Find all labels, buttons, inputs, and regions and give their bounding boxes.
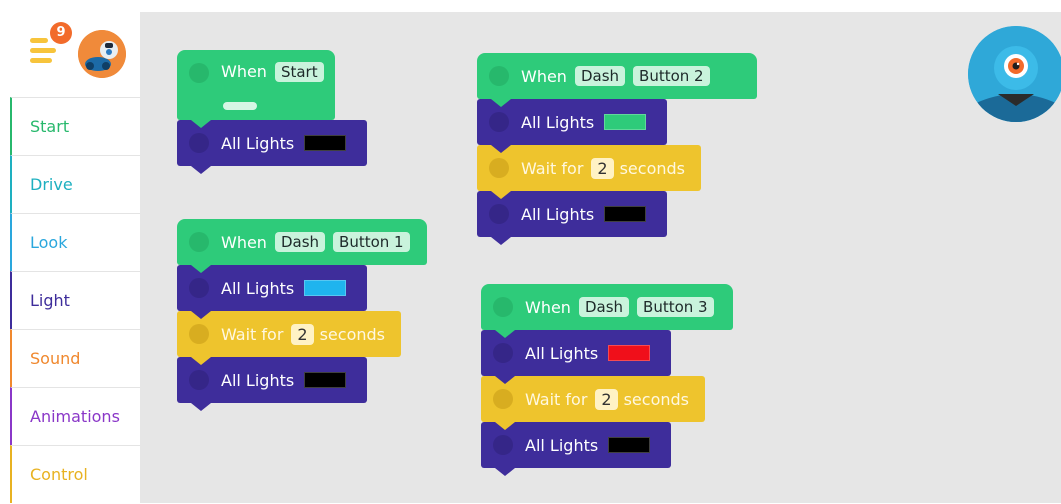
category-animations[interactable]: Animations xyxy=(10,387,140,445)
all-lights-label: All Lights xyxy=(525,343,599,363)
start-trigger-pill[interactable]: Start xyxy=(274,62,324,82)
block-notch xyxy=(495,422,515,430)
category-start[interactable]: Start xyxy=(10,97,140,155)
block-handle xyxy=(489,204,509,224)
category-label: Drive xyxy=(30,175,73,194)
category-label: Start xyxy=(30,117,70,136)
block-notch xyxy=(191,403,211,411)
button2-pill[interactable]: Button 2 xyxy=(633,66,710,86)
category-label: Animations xyxy=(30,407,120,426)
category-label: Sound xyxy=(30,349,81,368)
script-when-start[interactable]: When Start All Lights xyxy=(177,50,367,174)
category-control[interactable]: Control xyxy=(10,445,140,503)
when-start-block[interactable]: When Start xyxy=(177,50,335,128)
when-label: When xyxy=(521,66,567,86)
sidebar: 9 Start Drive Look Light Sound Animation… xyxy=(0,0,140,503)
category-label: Light xyxy=(30,291,70,310)
color-swatch-green[interactable] xyxy=(604,114,647,130)
color-swatch-black[interactable] xyxy=(304,135,347,151)
all-lights-label: All Lights xyxy=(521,204,595,224)
script-button1[interactable]: When Dash Button 1 All Lights Wait for 2… xyxy=(177,219,427,411)
wait-seconds-value[interactable]: 2 xyxy=(291,323,314,345)
when-label: When xyxy=(525,297,571,317)
block-notch xyxy=(495,468,515,476)
button1-pill[interactable]: Button 1 xyxy=(333,232,410,252)
block-notch xyxy=(191,311,211,319)
wait-seconds-value[interactable]: 2 xyxy=(595,388,618,410)
block-notch xyxy=(191,166,211,174)
block-handle xyxy=(489,66,509,86)
color-swatch-blue[interactable] xyxy=(304,280,347,296)
block-handle xyxy=(489,112,509,132)
block-notch xyxy=(191,120,211,128)
block-notch xyxy=(191,357,211,365)
block-handle xyxy=(189,232,209,252)
all-lights-label: All Lights xyxy=(221,370,295,390)
button3-pill[interactable]: Button 3 xyxy=(637,297,714,317)
block-handle xyxy=(493,389,513,409)
category-label: Control xyxy=(30,465,88,484)
block-notch xyxy=(491,191,511,199)
block-handle xyxy=(189,278,209,298)
dash-pill[interactable]: Dash xyxy=(274,232,326,252)
all-lights-label: All Lights xyxy=(221,133,295,153)
block-handle xyxy=(189,324,209,344)
all-lights-label: All Lights xyxy=(521,112,595,132)
notification-badge[interactable]: 9 xyxy=(50,22,72,44)
category-light[interactable]: Light xyxy=(10,271,140,329)
block-handle xyxy=(493,343,513,363)
category-label: Look xyxy=(30,233,68,252)
wait-for-label: Wait for xyxy=(525,389,588,409)
block-notch xyxy=(491,237,511,245)
when-label: When xyxy=(221,232,267,252)
category-list: Start Drive Look Light Sound Animations … xyxy=(10,97,140,503)
block-notch xyxy=(191,265,211,273)
block-notch xyxy=(491,145,511,153)
wait-for-label: Wait for xyxy=(521,158,584,178)
color-swatch-black[interactable] xyxy=(604,206,647,222)
dash-pill[interactable]: Dash xyxy=(578,297,630,317)
category-sound[interactable]: Sound xyxy=(10,329,140,387)
dash-robot-icon[interactable] xyxy=(968,26,1061,122)
color-swatch-black[interactable] xyxy=(608,437,651,453)
script-button3[interactable]: When Dash Button 3 All Lights Wait for 2… xyxy=(481,284,733,476)
block-handle xyxy=(189,133,209,153)
block-notch xyxy=(491,99,511,107)
block-handle xyxy=(493,435,513,455)
seconds-label: seconds xyxy=(623,389,689,409)
robot-avatar-icon[interactable] xyxy=(78,30,126,78)
script-button2[interactable]: When Dash Button 2 All Lights Wait for 2… xyxy=(477,53,757,245)
when-dash-button2-block[interactable]: When Dash Button 2 xyxy=(477,53,757,107)
dash-pill[interactable]: Dash xyxy=(574,66,626,86)
block-notch xyxy=(495,376,515,384)
color-swatch-red[interactable] xyxy=(608,345,651,361)
wait-for-label: Wait for xyxy=(221,324,284,344)
category-look[interactable]: Look xyxy=(10,213,140,271)
block-handle xyxy=(189,63,209,83)
category-drive[interactable]: Drive xyxy=(10,155,140,213)
top-bar: 9 xyxy=(0,0,140,97)
when-label: When xyxy=(221,62,267,81)
color-swatch-black[interactable] xyxy=(304,372,347,388)
seconds-label: seconds xyxy=(319,324,385,344)
start-bar xyxy=(223,102,257,110)
when-dash-button1-block[interactable]: When Dash Button 1 xyxy=(177,219,427,273)
block-notch xyxy=(495,330,515,338)
block-handle xyxy=(489,158,509,178)
all-lights-label: All Lights xyxy=(525,435,599,455)
seconds-label: seconds xyxy=(619,158,685,178)
block-handle xyxy=(189,370,209,390)
block-handle xyxy=(493,297,513,317)
code-canvas[interactable]: When Start All Lights When Dash Button 1… xyxy=(140,12,1061,503)
when-dash-button3-block[interactable]: When Dash Button 3 xyxy=(481,284,733,338)
all-lights-label: All Lights xyxy=(221,278,295,298)
wait-seconds-value[interactable]: 2 xyxy=(591,157,614,179)
menu-icon[interactable] xyxy=(30,38,56,64)
